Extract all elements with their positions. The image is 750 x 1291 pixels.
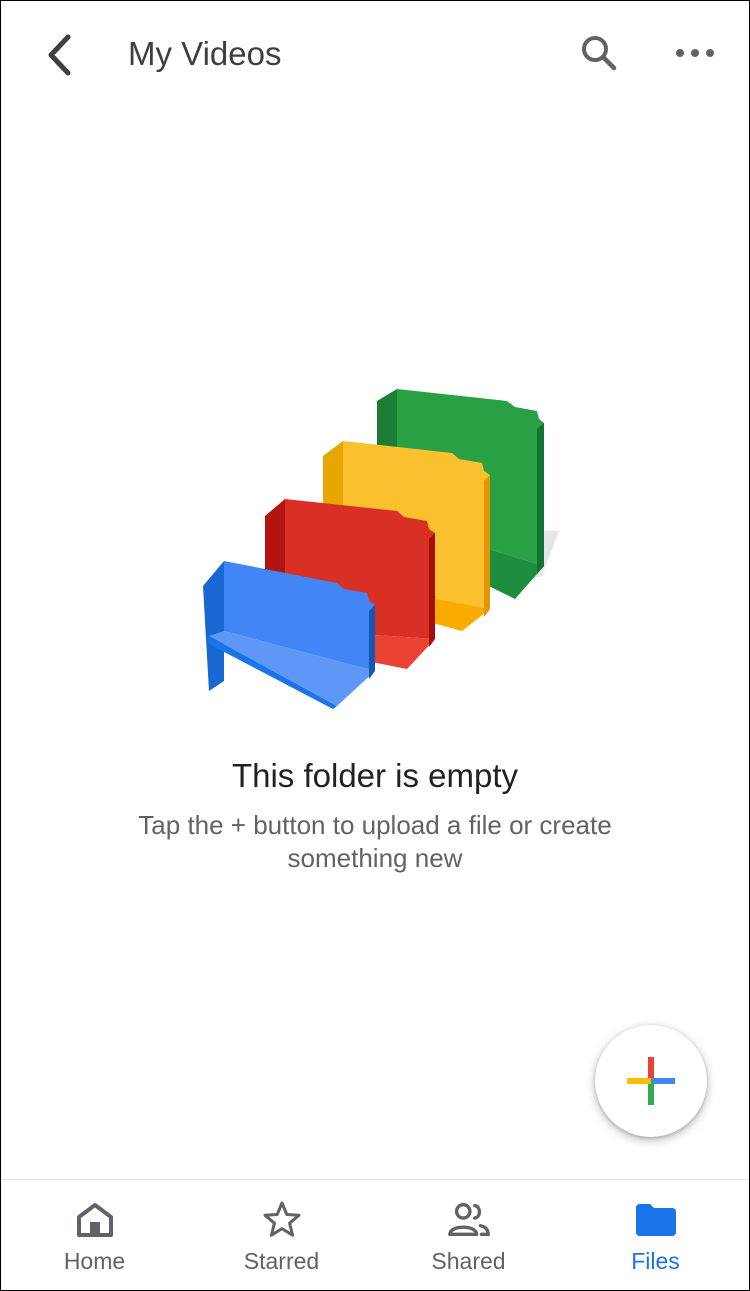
bottom-navigation: Home Starred Shared Files <box>1 1179 749 1290</box>
nav-item-home[interactable]: Home <box>1 1180 188 1290</box>
people-icon <box>447 1198 491 1242</box>
nav-label-shared: Shared <box>431 1248 506 1274</box>
chevron-left-icon <box>48 34 71 76</box>
home-icon <box>73 1198 117 1242</box>
more-options-button[interactable] <box>669 27 721 79</box>
plus-icon <box>627 1057 675 1105</box>
nav-label-home: Home <box>63 1248 126 1274</box>
nav-item-files[interactable]: Files <box>562 1180 749 1290</box>
nav-item-shared[interactable]: Shared <box>375 1180 562 1290</box>
folder-icon <box>634 1198 678 1242</box>
empty-state-subtitle: Tap the + button to upload a file or cre… <box>138 810 612 873</box>
more-horizontal-icon <box>676 49 714 57</box>
back-button[interactable] <box>35 29 83 81</box>
nav-label-starred: Starred <box>243 1248 320 1274</box>
star-icon <box>260 1198 304 1242</box>
empty-folder-illustration <box>203 389 559 709</box>
search-icon <box>582 36 617 71</box>
my-videos-screen: My Videos This folder is empty Tap the +… <box>0 0 750 1291</box>
app-bar: My Videos <box>1 1 749 107</box>
empty-state-title: This folder is empty <box>231 757 519 794</box>
nav-label-files: Files <box>631 1248 680 1274</box>
nav-item-starred[interactable]: Starred <box>188 1180 375 1290</box>
add-new-button[interactable] <box>595 1025 707 1137</box>
search-button[interactable] <box>573 27 625 79</box>
page-title: My Videos <box>128 35 282 72</box>
